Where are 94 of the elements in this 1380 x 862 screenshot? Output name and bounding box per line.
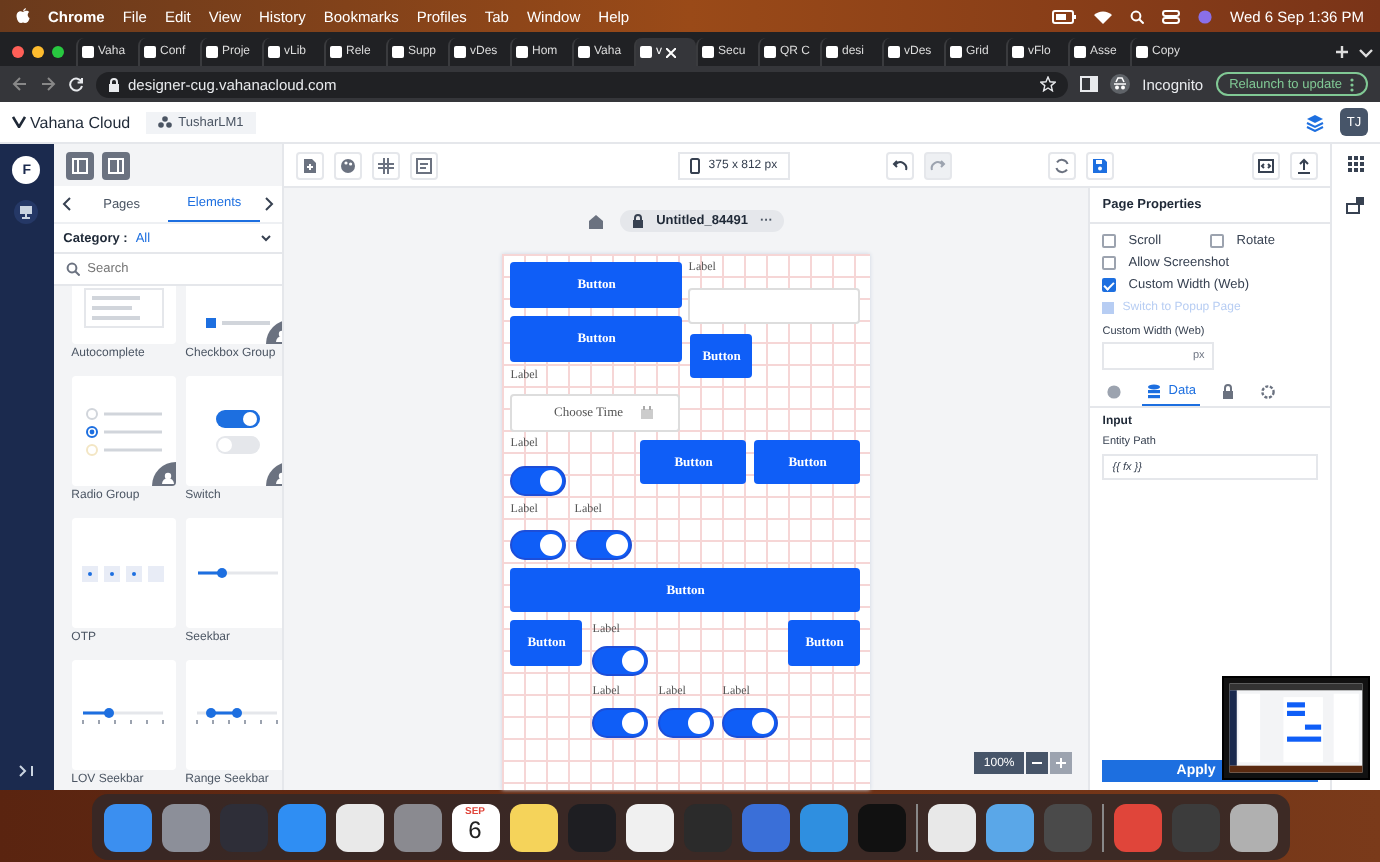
lock-icon — [108, 77, 120, 91]
screenshot-preview-popup[interactable] — [1222, 676, 1370, 780]
add-page-icon — [302, 157, 319, 173]
grid-icon — [378, 157, 395, 173]
star-icon — [1040, 76, 1057, 92]
checkbox[interactable] — [1102, 256, 1117, 270]
list-icon — [416, 157, 433, 173]
upload-icon — [1296, 157, 1313, 173]
code-icon — [1258, 157, 1275, 173]
side-panel-icon[interactable] — [1080, 76, 1099, 92]
canvas-input-field[interactable] — [688, 288, 861, 324]
dock-app-icon[interactable] — [625, 803, 673, 851]
seekbar-preview-drawing — [197, 568, 278, 578]
toggle-switch[interactable] — [576, 530, 633, 560]
redo-icon — [929, 159, 946, 171]
palette-icon — [340, 157, 357, 173]
reload-icon[interactable] — [68, 76, 84, 92]
upload-button[interactable] — [1290, 151, 1319, 179]
battery-icon[interactable] — [1052, 9, 1077, 23]
expand-icon[interactable] — [18, 764, 35, 778]
apps-grid-icon[interactable] — [1348, 156, 1365, 172]
zoom-window-button[interactable] — [52, 46, 64, 58]
code-button[interactable] — [1252, 151, 1281, 179]
switch-preview-drawing — [215, 409, 260, 453]
undo-icon — [891, 159, 908, 171]
chevron-right-icon[interactable] — [260, 196, 277, 212]
dock-app-icon[interactable] — [1229, 803, 1277, 851]
chevron-down-icon[interactable] — [260, 232, 273, 244]
checkbox[interactable] — [1210, 234, 1225, 248]
minus-icon — [1032, 762, 1043, 764]
grid-button[interactable] — [372, 151, 401, 179]
calendar-icon — [640, 406, 655, 420]
otp-preview-drawing — [82, 565, 165, 581]
chevron-left-icon[interactable] — [59, 196, 76, 212]
add-page-button[interactable] — [296, 151, 325, 179]
popup-page-icon — [1102, 302, 1115, 314]
dock-app-icon[interactable] — [509, 803, 557, 851]
lock-icon — [1220, 383, 1237, 399]
checkbox[interactable] — [1102, 234, 1117, 248]
toggle-switch[interactable] — [592, 708, 649, 738]
minimize-window-button[interactable] — [32, 46, 44, 58]
back-icon[interactable] — [12, 76, 28, 92]
palette-icon — [1106, 383, 1123, 399]
monitor-icon[interactable] — [14, 200, 39, 224]
save-button[interactable] — [1085, 151, 1114, 179]
layers-icon[interactable] — [1306, 113, 1324, 131]
v-logo-icon — [12, 116, 26, 128]
dock-app-icon[interactable] — [927, 803, 975, 851]
left-panel-icon — [71, 157, 88, 173]
corner-badge-icon — [151, 462, 176, 486]
checkbox[interactable] — [1102, 278, 1117, 292]
range-seekbar-preview-drawing — [196, 707, 279, 723]
lock-icon — [632, 214, 645, 228]
toggle-switch[interactable] — [510, 466, 567, 496]
phone-icon — [690, 157, 701, 173]
element-card[interactable] — [185, 660, 283, 770]
lov-seekbar-preview-drawing — [82, 707, 165, 723]
right-panel-icon — [107, 157, 124, 173]
control-center-icon[interactable] — [1162, 9, 1181, 23]
data-icon — [1146, 383, 1163, 399]
forward-icon[interactable] — [40, 76, 56, 92]
toggle-switch[interactable] — [510, 530, 567, 560]
toggle-switch[interactable] — [722, 708, 779, 738]
plus-icon — [1056, 758, 1067, 768]
dock-app-icon[interactable] — [985, 803, 1033, 851]
save-icon — [1091, 157, 1108, 173]
autocomplete-preview-drawing — [83, 288, 164, 328]
right-layout-button[interactable] — [101, 151, 130, 179]
list-button[interactable] — [410, 151, 439, 179]
radio-group-preview-drawing — [85, 407, 162, 455]
toggle-switch[interactable] — [658, 708, 715, 738]
refresh-button[interactable] — [1047, 151, 1076, 179]
theme-button[interactable] — [334, 151, 363, 179]
toggle-switch[interactable] — [592, 646, 649, 676]
incognito-icon — [1110, 74, 1131, 94]
left-layout-button[interactable] — [65, 151, 94, 179]
element-card[interactable] — [185, 376, 283, 486]
settings-icon — [1260, 383, 1277, 399]
apple-icon[interactable] — [16, 8, 30, 24]
zoom-out-button[interactable] — [1026, 752, 1049, 774]
shapes-icon[interactable] — [1346, 196, 1367, 214]
wifi-icon[interactable] — [1094, 9, 1113, 23]
brand-name: Vahana Cloud — [30, 113, 131, 131]
close-window-button[interactable] — [12, 46, 24, 58]
checkbox-group-preview-drawing — [205, 318, 270, 328]
undo-button[interactable] — [885, 151, 914, 179]
close-icon[interactable] — [666, 47, 676, 57]
home-icon[interactable] — [588, 213, 605, 229]
dock-app-icon[interactable] — [335, 803, 383, 851]
element-card[interactable] — [71, 376, 176, 486]
search-icon — [65, 262, 80, 276]
three-dots-icon — [158, 116, 173, 128]
search-icon[interactable] — [1130, 9, 1145, 23]
refresh-icon — [1053, 157, 1070, 173]
